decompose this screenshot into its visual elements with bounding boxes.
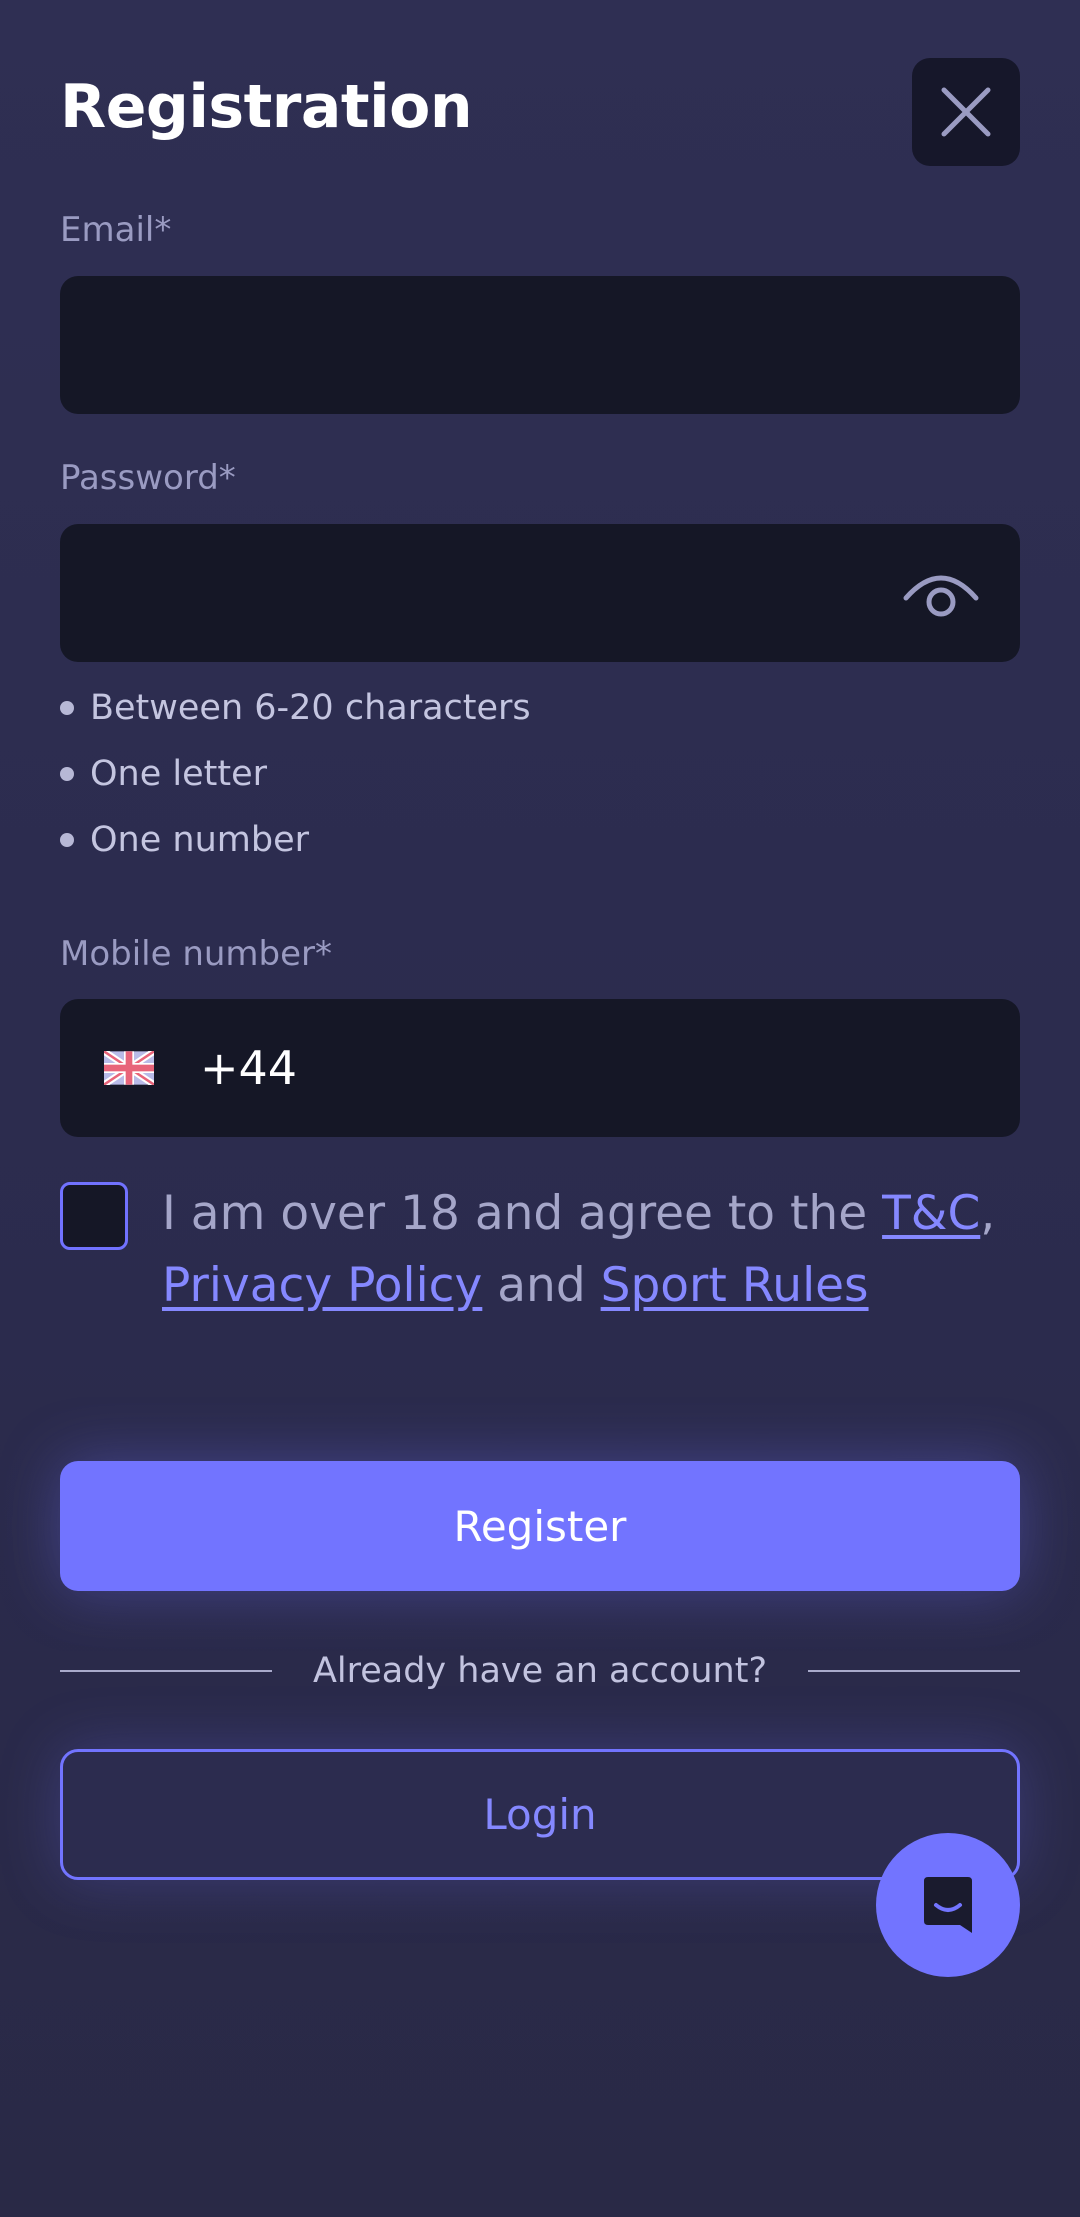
password-field-container bbox=[60, 524, 1020, 662]
mobile-label: Mobile number* bbox=[60, 934, 333, 974]
bullet-icon bbox=[60, 833, 74, 847]
email-field-container bbox=[60, 276, 1020, 414]
agree-checkbox[interactable] bbox=[60, 1182, 128, 1250]
password-field[interactable] bbox=[60, 524, 1020, 662]
login-button[interactable]: Login bbox=[60, 1749, 1020, 1880]
privacy-policy-link[interactable]: Privacy Policy bbox=[162, 1258, 482, 1313]
password-rule-length: Between 6-20 characters bbox=[60, 680, 531, 746]
page-title: Registration bbox=[60, 72, 473, 142]
register-button[interactable]: Register bbox=[60, 1461, 1020, 1591]
password-rule-letter: One letter bbox=[60, 746, 531, 812]
bullet-icon bbox=[60, 701, 74, 715]
close-button[interactable] bbox=[912, 58, 1020, 166]
email-field[interactable] bbox=[60, 276, 1020, 414]
mobile-field-container: +44 bbox=[60, 999, 1020, 1137]
login-divider: Already have an account? bbox=[60, 1648, 1020, 1694]
bullet-icon bbox=[60, 767, 74, 781]
password-rules: Between 6-20 characters One letter One n… bbox=[60, 680, 531, 878]
registration-page: Registration Email* Password* Between 6-… bbox=[60, 0, 1020, 2217]
password-label: Password* bbox=[60, 458, 236, 498]
email-label: Email* bbox=[60, 210, 172, 250]
tc-link[interactable]: T&C bbox=[882, 1186, 980, 1241]
agreement-text: I am over 18 and agree to the T&C, Privac… bbox=[162, 1186, 996, 1313]
close-icon bbox=[941, 87, 991, 137]
password-rule-number: One number bbox=[60, 812, 531, 878]
eye-icon[interactable] bbox=[902, 564, 980, 620]
chat-icon bbox=[924, 1877, 972, 1933]
mobile-number-field[interactable] bbox=[60, 999, 1020, 1137]
divider-line-right bbox=[808, 1670, 1020, 1672]
chat-button[interactable] bbox=[876, 1833, 1020, 1977]
sport-rules-link[interactable]: Sport Rules bbox=[601, 1258, 869, 1313]
